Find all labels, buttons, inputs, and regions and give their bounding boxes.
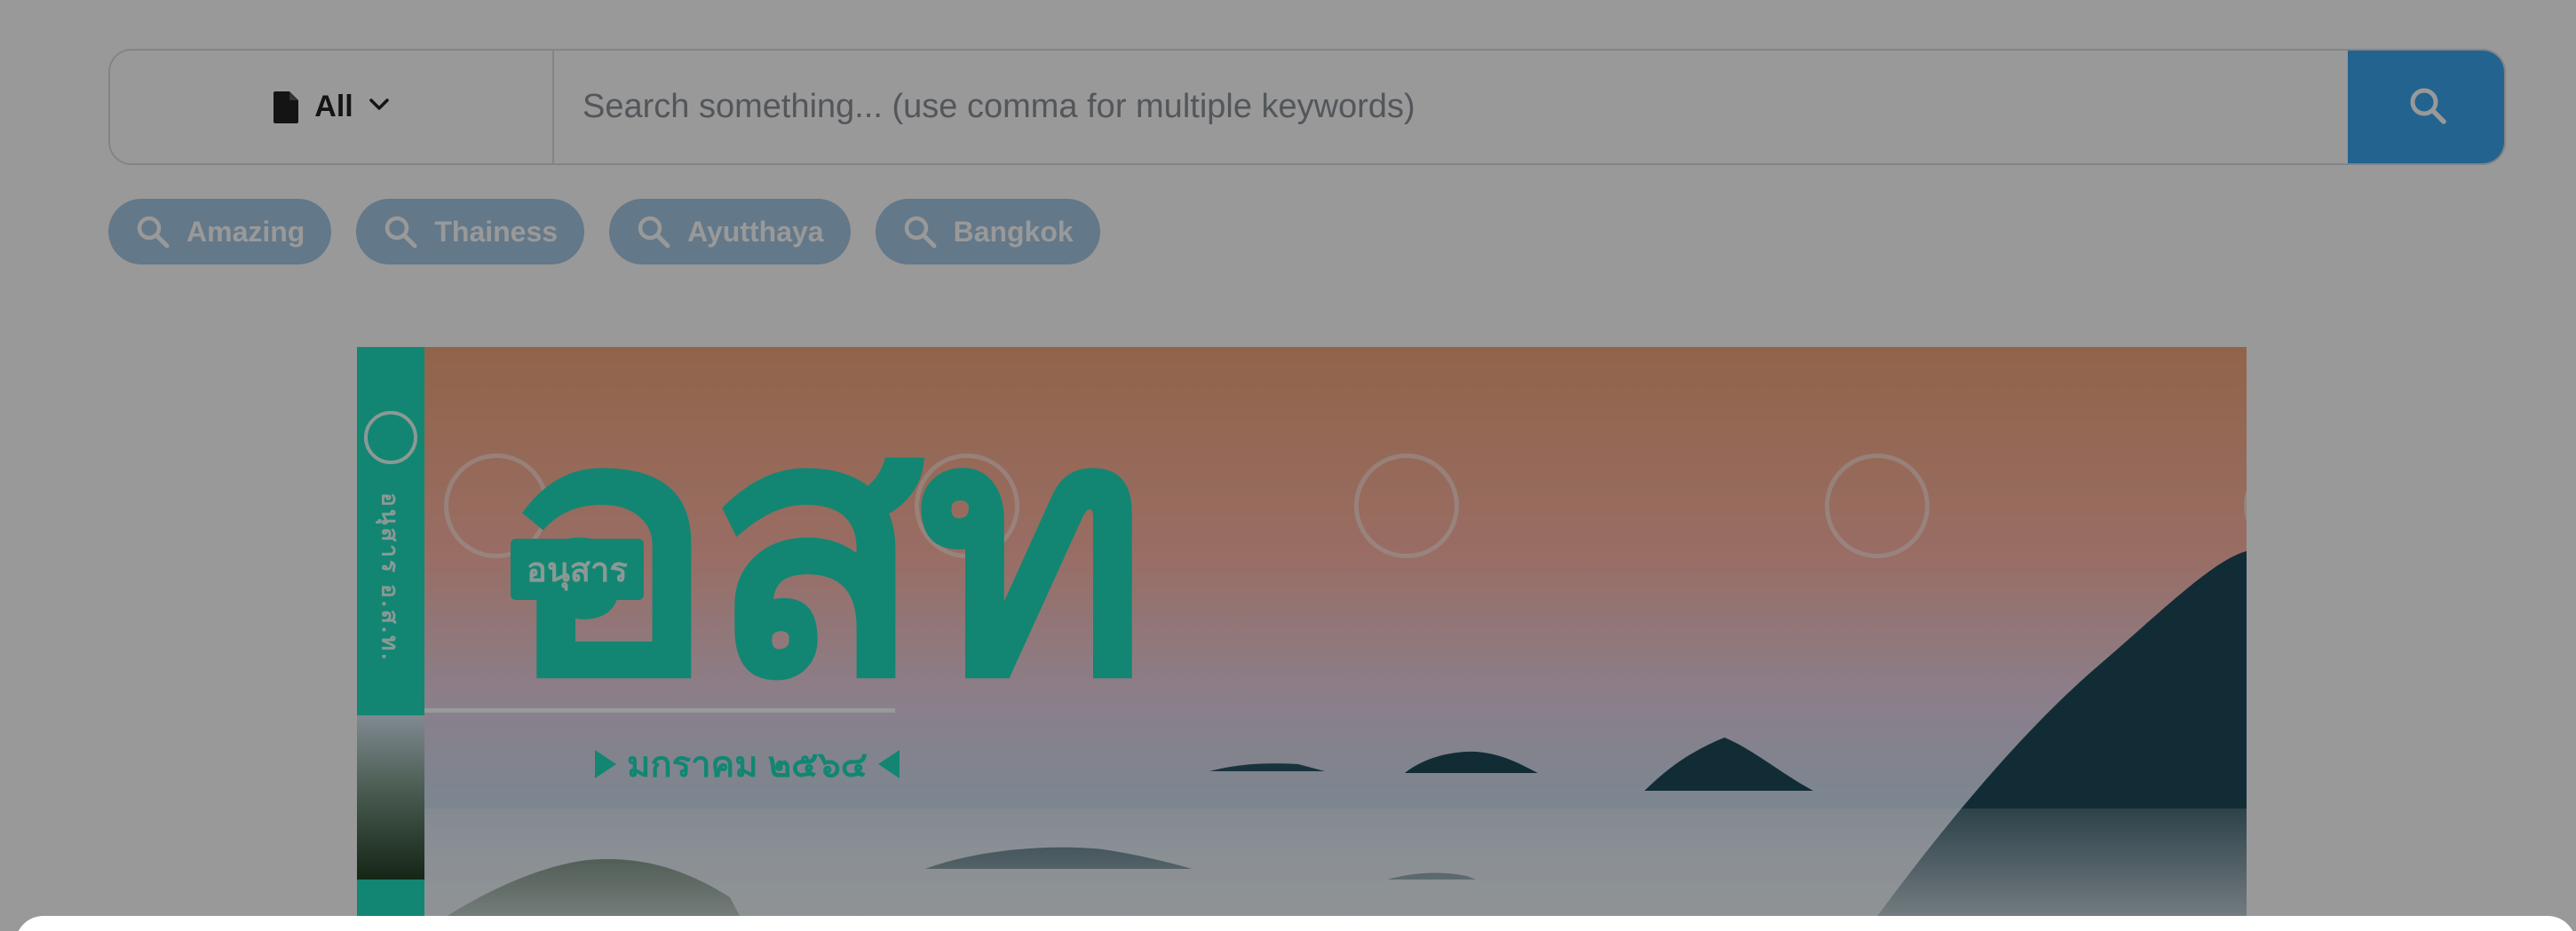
modal-backdrop[interactable] <box>0 0 2576 931</box>
bottom-sheet <box>15 916 2576 931</box>
